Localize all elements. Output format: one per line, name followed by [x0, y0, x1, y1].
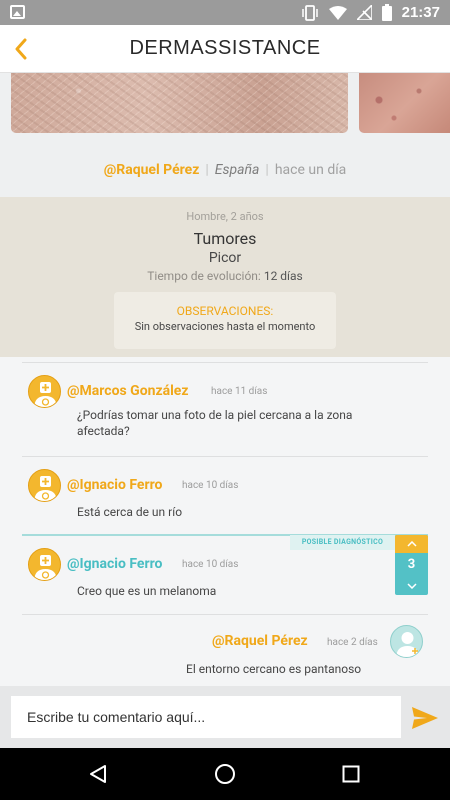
comment-item: @Ignacio Ferro hace 10 días Creo que es … [22, 546, 428, 612]
square-recents-icon [342, 765, 360, 783]
doctor-avatar[interactable] [28, 469, 61, 502]
nav-home-button[interactable] [213, 762, 237, 786]
nav-back-button[interactable] [86, 762, 110, 786]
doctor-icon [34, 555, 57, 580]
app-bar: DERMASSISTANCE [0, 25, 450, 73]
observations-box: OBSERVACIONES: Sin observaciones hasta e… [114, 292, 336, 349]
comments-list[interactable]: @Marcos González hace 11 días ¿Podrías t… [0, 357, 450, 686]
patient-demographics: Hombre, 2 años [186, 210, 264, 223]
comment-time: hace 10 días [182, 480, 239, 491]
divider [22, 456, 428, 457]
page-title: DERMASSISTANCE [129, 37, 321, 59]
system-nav-bar [0, 748, 450, 800]
status-time: 21:37 [401, 4, 440, 21]
upvote-button[interactable] [395, 535, 428, 553]
comment-item: @Raquel Pérez hace 2 días El entorno cer… [22, 623, 428, 683]
observations-text: Sin observaciones hasta el momento [134, 320, 316, 333]
no-signal-icon [356, 5, 372, 20]
comment-text: ¿Podrías tomar una foto de la piel cerca… [77, 408, 353, 438]
case-diagnosis: Tumores [193, 229, 257, 248]
chevron-down-icon [406, 583, 417, 589]
comment-item: @Marcos González hace 11 días ¿Podrías t… [22, 373, 428, 457]
post-author[interactable]: @Raquel Pérez [104, 162, 200, 178]
send-icon [412, 707, 438, 729]
vote-widget: 3 [395, 535, 428, 595]
comment-text: Está cerca de un río [77, 505, 183, 519]
vote-count: 3 [407, 557, 416, 572]
divider [22, 614, 428, 615]
post-country: España [214, 162, 260, 178]
photo-gallery[interactable] [0, 73, 450, 143]
comment-composer [0, 686, 450, 748]
case-summary: Hombre, 2 años Tumores Picor Tiempo de e… [0, 197, 450, 357]
doctor-icon [34, 476, 57, 501]
divider [22, 362, 428, 363]
evolution-time: Tiempo de evolución: 12 días [0, 269, 450, 283]
comment-input[interactable] [11, 696, 401, 738]
doctor-icon [34, 382, 57, 407]
comment-text: El entorno cercano es pantanoso [186, 662, 362, 676]
comment-time: hace 2 días [327, 637, 378, 648]
separator: | [265, 162, 269, 178]
evolution-label: Tiempo de evolución: [147, 269, 261, 283]
comment-author[interactable]: @Ignacio Ferro [67, 477, 162, 493]
separator: | [205, 162, 209, 178]
nav-recents-button[interactable] [339, 762, 363, 786]
image-notification-icon [10, 5, 25, 19]
status-icons: 21:37 [301, 3, 440, 22]
post-author-line: @Raquel Pérez | España | hace un día [0, 143, 450, 197]
patient-icon [396, 632, 419, 657]
evolution-value: 12 días [263, 269, 303, 283]
comment-author[interactable]: @Ignacio Ferro [67, 556, 162, 572]
chevron-up-icon [406, 541, 417, 547]
observations-title: OBSERVACIONES: [176, 304, 274, 318]
comment-time: hace 11 días [211, 386, 268, 397]
case-symptom: Picor [208, 250, 242, 266]
downvote-button[interactable] [395, 577, 428, 595]
doctor-avatar[interactable] [28, 375, 61, 408]
case-photo[interactable] [11, 73, 348, 133]
patient-avatar[interactable] [390, 625, 423, 658]
status-bar: 21:37 [0, 0, 450, 25]
comment-time: hace 10 días [182, 559, 239, 570]
comment-item: @Ignacio Ferro hace 10 días Está cerca d… [22, 467, 428, 533]
send-button[interactable] [408, 703, 442, 733]
wifi-icon [328, 5, 347, 20]
comment-text: Creo que es un melanoma [77, 584, 217, 598]
post-time: hace un día [274, 162, 347, 178]
comment-author[interactable]: @Raquel Pérez [212, 633, 308, 649]
triangle-back-icon [90, 765, 106, 783]
case-photo[interactable] [359, 73, 450, 133]
vibrate-icon [301, 4, 318, 21]
battery-icon [381, 4, 392, 21]
circle-home-icon [215, 764, 235, 784]
doctor-avatar[interactable] [28, 548, 61, 581]
comment-author[interactable]: @Marcos González [67, 383, 188, 399]
